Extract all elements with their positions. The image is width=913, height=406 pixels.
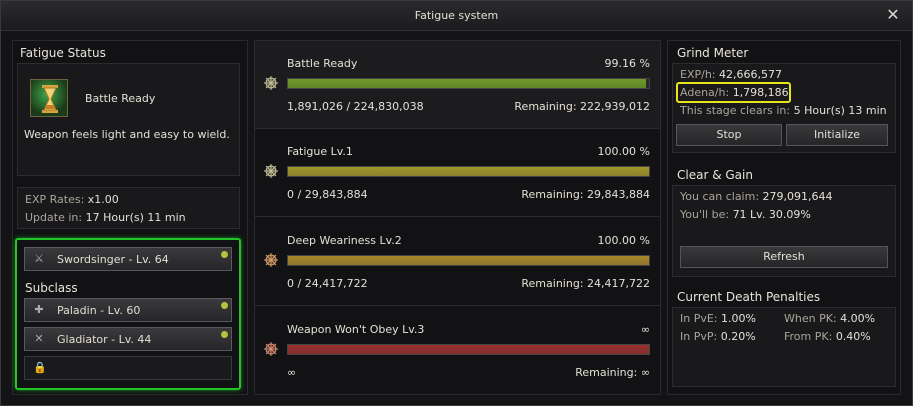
stage-progress-fill [288, 256, 649, 265]
penalty-pve: In PvE: 1.00% [680, 312, 756, 325]
stage-progress-bar [287, 78, 650, 89]
clear-gain-title: Clear & Gain [677, 168, 753, 182]
stage-current: ∞ [287, 366, 297, 379]
stage-clear-label: This stage clears in: [680, 104, 791, 117]
stage-progress-fill [288, 79, 646, 88]
stage-progress-fill [288, 345, 649, 354]
penalty-from-pk-label: From PK: [784, 330, 833, 343]
update-in: Update in: 17 Hour(s) 11 min [25, 211, 186, 224]
claim-label: You can claim: [680, 190, 760, 203]
grind-meter-title: Grind Meter [677, 46, 749, 60]
update-value: 17 Hour(s) 11 min [85, 211, 186, 224]
exp-rates-label: EXP Rates: [25, 193, 85, 206]
initialize-button[interactable]: Initialize [786, 124, 888, 146]
stage-current: 0 / 29,843,884 [287, 188, 368, 201]
penalty-pvp: In PvP: 0.20% [680, 330, 756, 343]
adena-highlight-frame [676, 82, 791, 103]
stage-name: Deep Weariness Lv.2 [287, 234, 402, 247]
fatigue-status-title: Fatigue Status [20, 46, 106, 60]
stage-percent: 100.00 % [597, 234, 650, 247]
exp-per-hour-label: EXP/h: [680, 68, 716, 81]
death-penalties-title: Current Death Penalties [677, 290, 821, 304]
stage-remaining: Remaining: ∞ [575, 366, 650, 379]
exp-per-hour: EXP/h: 42,666,577 [680, 68, 782, 81]
stage-progress-fill [288, 167, 649, 176]
stage-gem-icon [264, 164, 278, 178]
projected-level-value: 71 Lv. 30.09% [732, 208, 811, 221]
stage-current: 0 / 24,417,722 [287, 277, 368, 290]
stage-gem-icon [264, 76, 278, 90]
stage-battle-ready: Battle Ready 99.16 % 1,891,026 / 224,830… [255, 41, 660, 129]
penalty-pve-label: In PvE: [680, 312, 718, 325]
penalty-from-pk-value: 0.40% [835, 330, 871, 343]
stage-deep-weariness-2: Deep Weariness Lv.2 100.00 % 0 / 24,417,… [255, 218, 660, 306]
penalty-pvp-label: In PvP: [680, 330, 718, 343]
penalty-pvp-value: 0.20% [720, 330, 756, 343]
stage-percent: 100.00 % [597, 145, 650, 158]
status-state: Battle Ready [85, 92, 156, 105]
penalty-from-pk: From PK: 0.40% [784, 330, 871, 343]
claim-amount: You can claim: 279,091,644 [680, 190, 833, 203]
stage-progress-bar [287, 166, 650, 177]
stage-clear-time: This stage clears in: 5 Hour(s) 13 min [680, 104, 887, 117]
penalty-when-pk: When PK: 4.00% [784, 312, 875, 325]
stage-clear-value: 5 Hour(s) 13 min [793, 104, 887, 117]
update-label: Update in: [25, 211, 83, 224]
stage-name: Fatigue Lv.1 [287, 145, 353, 158]
exp-rates: EXP Rates: x1.00 [25, 193, 119, 206]
stage-percent: ∞ [640, 323, 650, 336]
character-highlight-frame [15, 238, 241, 390]
exp-per-hour-value: 42,666,577 [719, 68, 782, 81]
close-icon[interactable]: ✕ [884, 6, 902, 24]
window-title: Fatigue system [414, 9, 499, 22]
penalty-when-pk-label: When PK: [784, 312, 837, 325]
stage-remaining: Remaining: 29,843,884 [521, 188, 650, 201]
projected-level: You'll be: 71 Lv. 30.09% [680, 208, 811, 221]
stage-name: Weapon Won't Obey Lv.3 [287, 323, 425, 336]
title-bar: Fatigue system ✕ [1, 1, 912, 31]
penalty-when-pk-value: 4.00% [840, 312, 876, 325]
status-description: Weapon feels light and easy to wield. [24, 128, 230, 141]
refresh-button[interactable]: Refresh [680, 246, 888, 268]
projected-level-label: You'll be: [680, 208, 730, 221]
stage-progress-bar [287, 255, 650, 266]
claim-value: 279,091,644 [762, 190, 833, 203]
stage-remaining: Remaining: 24,417,722 [521, 277, 650, 290]
stage-name: Battle Ready [287, 57, 358, 70]
stage-gem-icon [264, 342, 278, 356]
stop-button[interactable]: Stop [676, 124, 782, 146]
stage-fatigue-1: Fatigue Lv.1 100.00 % 0 / 29,843,884 Rem… [255, 129, 660, 217]
exp-rates-value: x1.00 [87, 193, 119, 206]
stage-remaining: Remaining: 222,939,012 [514, 100, 650, 113]
stage-current: 1,891,026 / 224,830,038 [287, 100, 424, 113]
penalty-pve-value: 1.00% [721, 312, 756, 325]
stage-gem-icon [264, 253, 278, 267]
stage-weapon-wont-obey-3: Weapon Won't Obey Lv.3 ∞ ∞ Remaining: ∞ [255, 307, 660, 395]
hourglass-icon [30, 79, 68, 117]
stage-progress-bar [287, 344, 650, 355]
stage-percent: 99.16 % [604, 57, 650, 70]
